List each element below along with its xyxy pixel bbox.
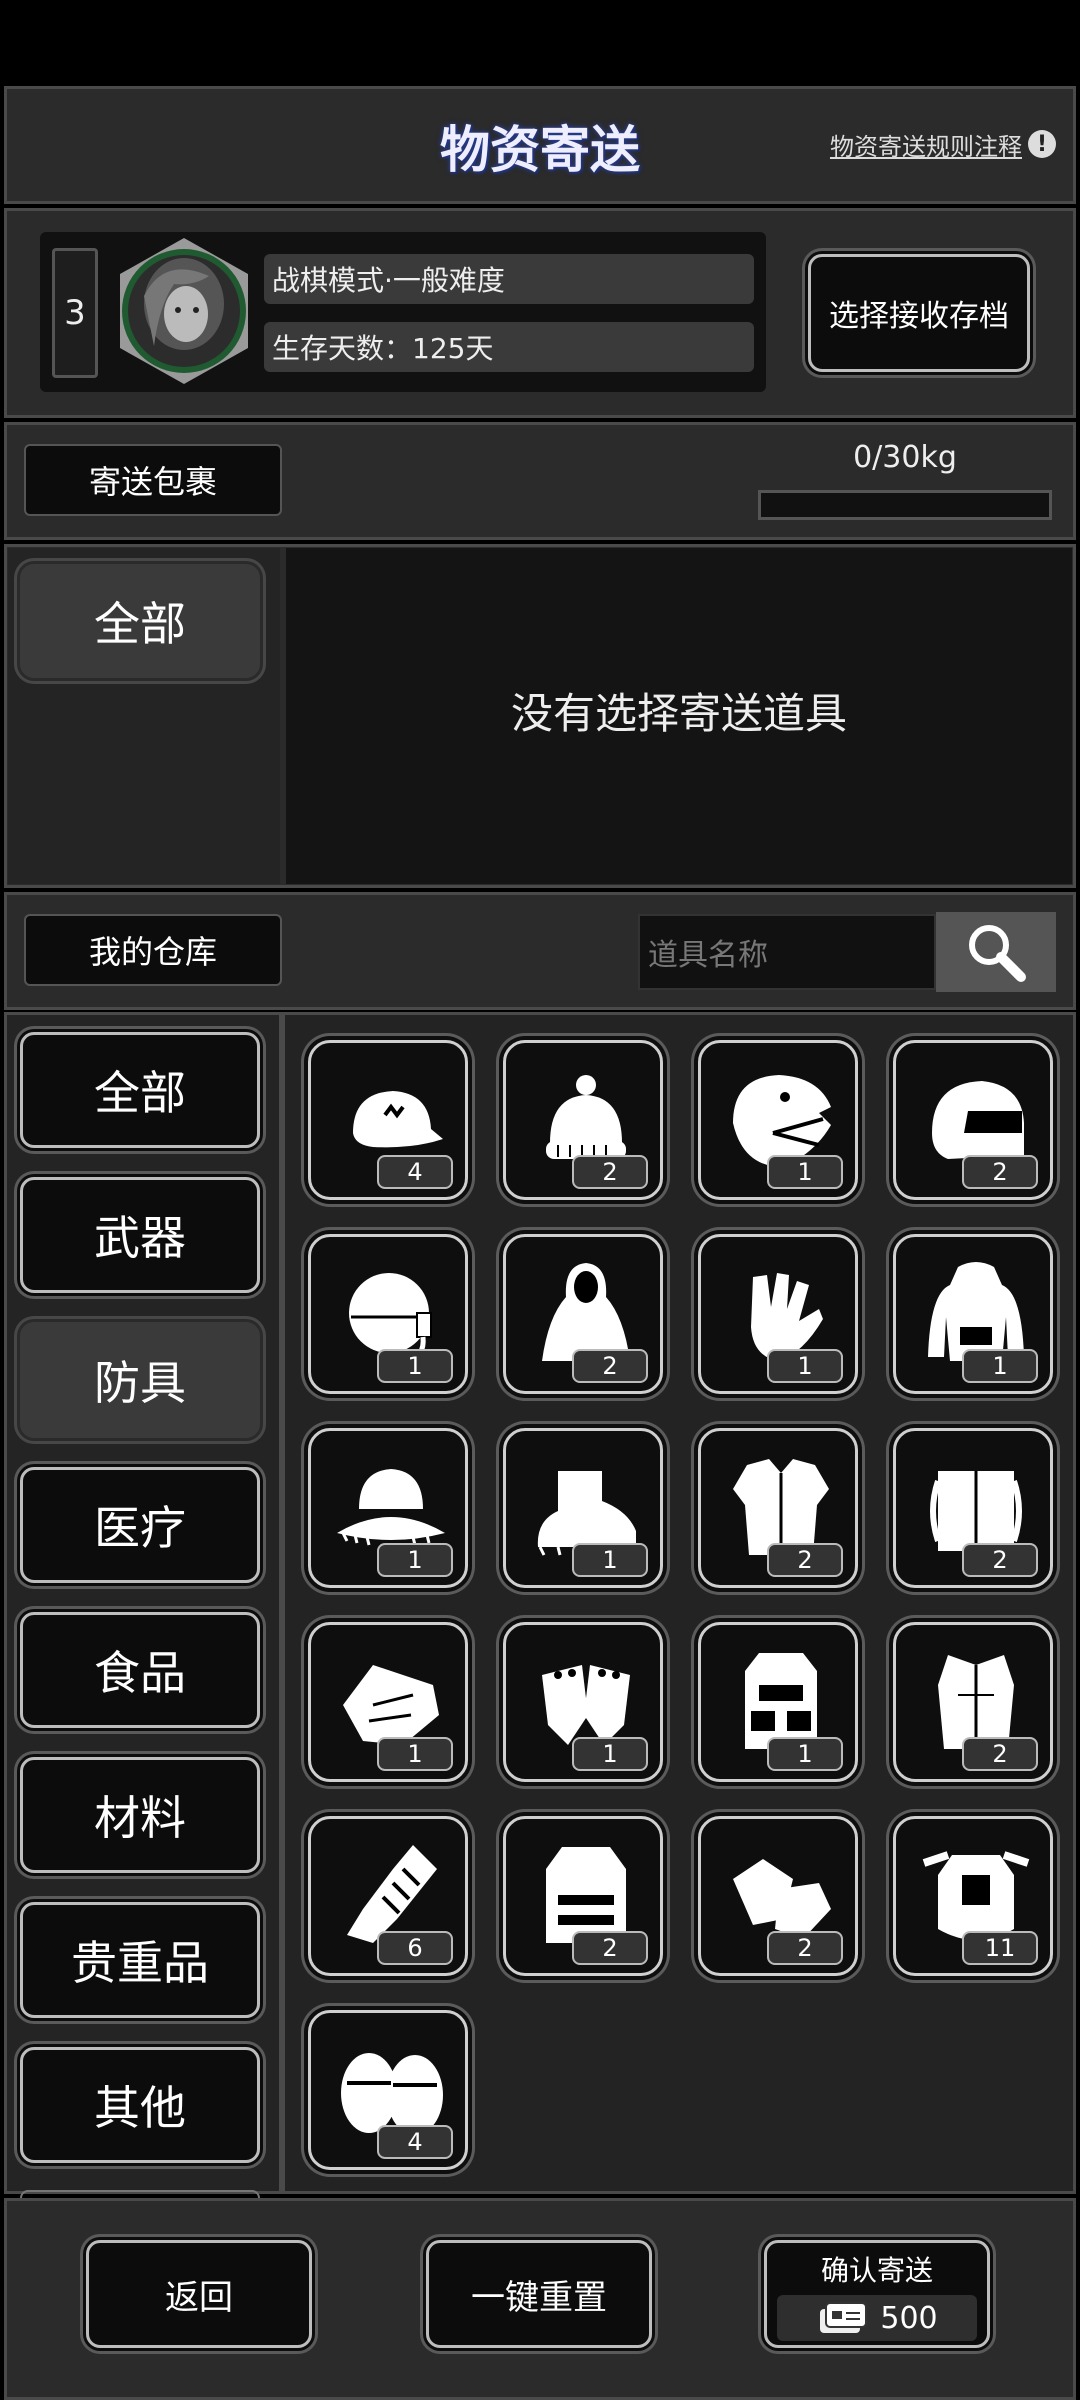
weight-bar — [758, 490, 1052, 520]
item-slot[interactable]: 1 — [308, 1428, 468, 1588]
item-slot[interactable]: 1 — [503, 1428, 663, 1588]
survival-days-text: 生存天数：125天 — [272, 332, 494, 365]
category-tab-3[interactable]: 医疗 — [20, 1467, 260, 1583]
item-slot[interactable]: 2 — [503, 1234, 663, 1394]
survival-days-field: 生存天数：125天 — [264, 322, 754, 372]
package-category-all[interactable]: 全部 — [20, 564, 260, 678]
item-slot[interactable]: 1 — [503, 1622, 663, 1782]
category-tab-0[interactable]: 全部 — [20, 1032, 260, 1148]
confirm-send-label: 确认寄送 — [820, 2254, 933, 2287]
category-tab-5[interactable]: 材料 — [20, 1757, 260, 1873]
item-count: 1 — [767, 1349, 843, 1383]
mode-text: 战棋模式·一般难度 — [272, 264, 505, 297]
empty-message: 没有选择寄送道具 — [510, 689, 847, 738]
package-label: 寄送包裹 — [24, 444, 282, 516]
avatar — [114, 236, 254, 386]
category-tab-7[interactable]: 其他 — [20, 2047, 260, 2163]
info-icon: ! — [1028, 130, 1056, 158]
item-slot[interactable]: 1 — [698, 1622, 858, 1782]
item-slot[interactable]: 2 — [698, 1428, 858, 1588]
item-count: 2 — [767, 1931, 843, 1965]
item-slot[interactable]: 1 — [308, 1234, 468, 1394]
warehouse-label: 我的仓库 — [24, 914, 282, 986]
item-count: 2 — [767, 1543, 843, 1577]
category-tab-1[interactable]: 武器 — [20, 1177, 260, 1293]
item-count: 2 — [572, 1931, 648, 1965]
item-count: 1 — [377, 1737, 453, 1771]
item-count: 1 — [767, 1737, 843, 1771]
category-scroll-hint — [20, 2190, 260, 2198]
category-tab-6[interactable]: 贵重品 — [20, 1902, 260, 2018]
back-button[interactable]: 返回 — [86, 2240, 312, 2348]
item-count: 1 — [377, 1543, 453, 1577]
item-count: 1 — [572, 1737, 648, 1771]
item-slot[interactable]: 2 — [503, 1816, 663, 1976]
item-count: 4 — [377, 1155, 453, 1189]
item-count: 2 — [962, 1737, 1038, 1771]
item-count: 1 — [377, 1349, 453, 1383]
item-slot[interactable]: 2 — [698, 1816, 858, 1976]
reset-button[interactable]: 一键重置 — [426, 2240, 652, 2348]
item-slot[interactable]: 4 — [308, 2010, 468, 2170]
item-count: 2 — [962, 1155, 1038, 1189]
item-count: 1 — [767, 1155, 843, 1189]
item-count: 2 — [572, 1155, 648, 1189]
page-title: 物资寄送 — [440, 121, 640, 179]
confirm-send-button[interactable]: 确认寄送 500 — [764, 2240, 990, 2348]
item-count: 1 — [572, 1543, 648, 1577]
level-value: 3 — [64, 293, 86, 333]
search-input[interactable]: 道具名称 — [638, 914, 936, 990]
item-count: 11 — [962, 1931, 1038, 1965]
search-button[interactable] — [936, 912, 1056, 992]
search-placeholder: 道具名称 — [648, 938, 768, 973]
item-slot[interactable]: 2 — [893, 1428, 1053, 1588]
item-count: 1 — [962, 1349, 1038, 1383]
level-badge: 3 — [52, 248, 98, 378]
mode-field: 战棋模式·一般难度 — [264, 254, 754, 304]
search-icon — [969, 925, 1026, 982]
item-slot[interactable]: 6 — [308, 1816, 468, 1976]
rules-link[interactable]: 物资寄送规则注释 ! — [830, 124, 1070, 164]
cost-value: 500 — [880, 2300, 938, 2336]
item-slot[interactable]: 1 — [308, 1622, 468, 1782]
cost-box: 500 — [777, 2295, 977, 2341]
item-slot[interactable]: 1 — [893, 1234, 1053, 1394]
item-slot[interactable]: 1 — [698, 1234, 858, 1394]
select-save-button[interactable]: 选择接收存档 — [808, 254, 1030, 372]
item-slot[interactable]: 2 — [893, 1622, 1053, 1782]
item-count: 2 — [572, 1349, 648, 1383]
item-slot[interactable]: 2 — [503, 1040, 663, 1200]
item-count: 2 — [962, 1543, 1038, 1577]
weight-readout: 0/30kg — [853, 440, 957, 475]
category-tab-4[interactable]: 食品 — [20, 1612, 260, 1728]
item-slot[interactable]: 11 — [893, 1816, 1053, 1976]
item-slot[interactable]: 2 — [893, 1040, 1053, 1200]
ticket-icon — [820, 2302, 868, 2333]
item-count: 4 — [377, 2125, 453, 2159]
item-slot[interactable]: 1 — [698, 1040, 858, 1200]
rules-link-label: 物资寄送规则注释 — [830, 132, 1022, 161]
category-tab-2[interactable]: 防具 — [20, 1322, 260, 1438]
item-slot[interactable]: 4 — [308, 1040, 468, 1200]
item-count: 6 — [377, 1931, 453, 1965]
